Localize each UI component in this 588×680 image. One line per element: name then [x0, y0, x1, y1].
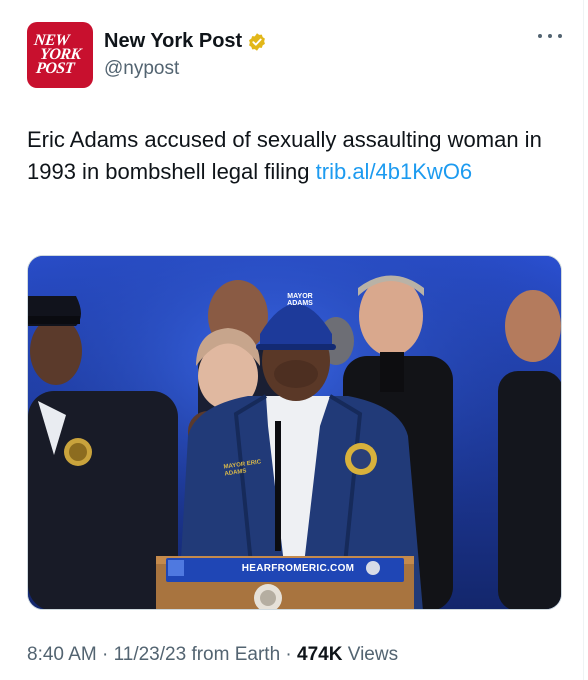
- more-dot: [558, 34, 562, 38]
- display-name[interactable]: New York Post: [104, 30, 242, 53]
- verified-badge-icon[interactable]: [247, 32, 267, 52]
- timeline-divider: [583, 0, 584, 680]
- tweet-photo[interactable]: MAYOR ADAMS MAYOR ERIC ADAMS HEARFROMERI…: [27, 255, 562, 610]
- views-count[interactable]: 474K: [297, 644, 342, 665]
- tweet-link[interactable]: trib.al/4b1KwO6: [316, 159, 473, 184]
- logo-line-3: POST: [35, 60, 75, 77]
- avatar[interactable]: NEW YORK POST: [27, 22, 93, 88]
- tweet-header: NEW YORK POST New York Post @nypost: [27, 22, 562, 88]
- more-horizontal-icon[interactable]: [538, 30, 562, 42]
- name-row: New York Post: [104, 30, 267, 53]
- tweet-source: from Earth: [186, 644, 281, 665]
- more-dot: [548, 34, 552, 38]
- views-label: Views: [342, 644, 399, 665]
- meta-separator: ·: [280, 644, 298, 665]
- meta-separator: ·: [96, 644, 114, 665]
- tweet-date[interactable]: 11/23/23: [114, 644, 187, 665]
- more-dot: [538, 34, 542, 38]
- account-handle[interactable]: @nypost: [104, 58, 179, 80]
- photo-illustration: [28, 256, 561, 609]
- tweet-time[interactable]: 8:40 AM: [27, 644, 97, 665]
- podium-sign: HEARFROMERIC.COM: [241, 563, 355, 574]
- tweet-text: Eric Adams accused of sexually assaultin…: [27, 124, 557, 188]
- tweet-meta: 8:40 AM · 11/23/23 from Earth · 474K Vie…: [27, 644, 398, 666]
- cap-lettering: MAYOR ADAMS: [287, 293, 313, 307]
